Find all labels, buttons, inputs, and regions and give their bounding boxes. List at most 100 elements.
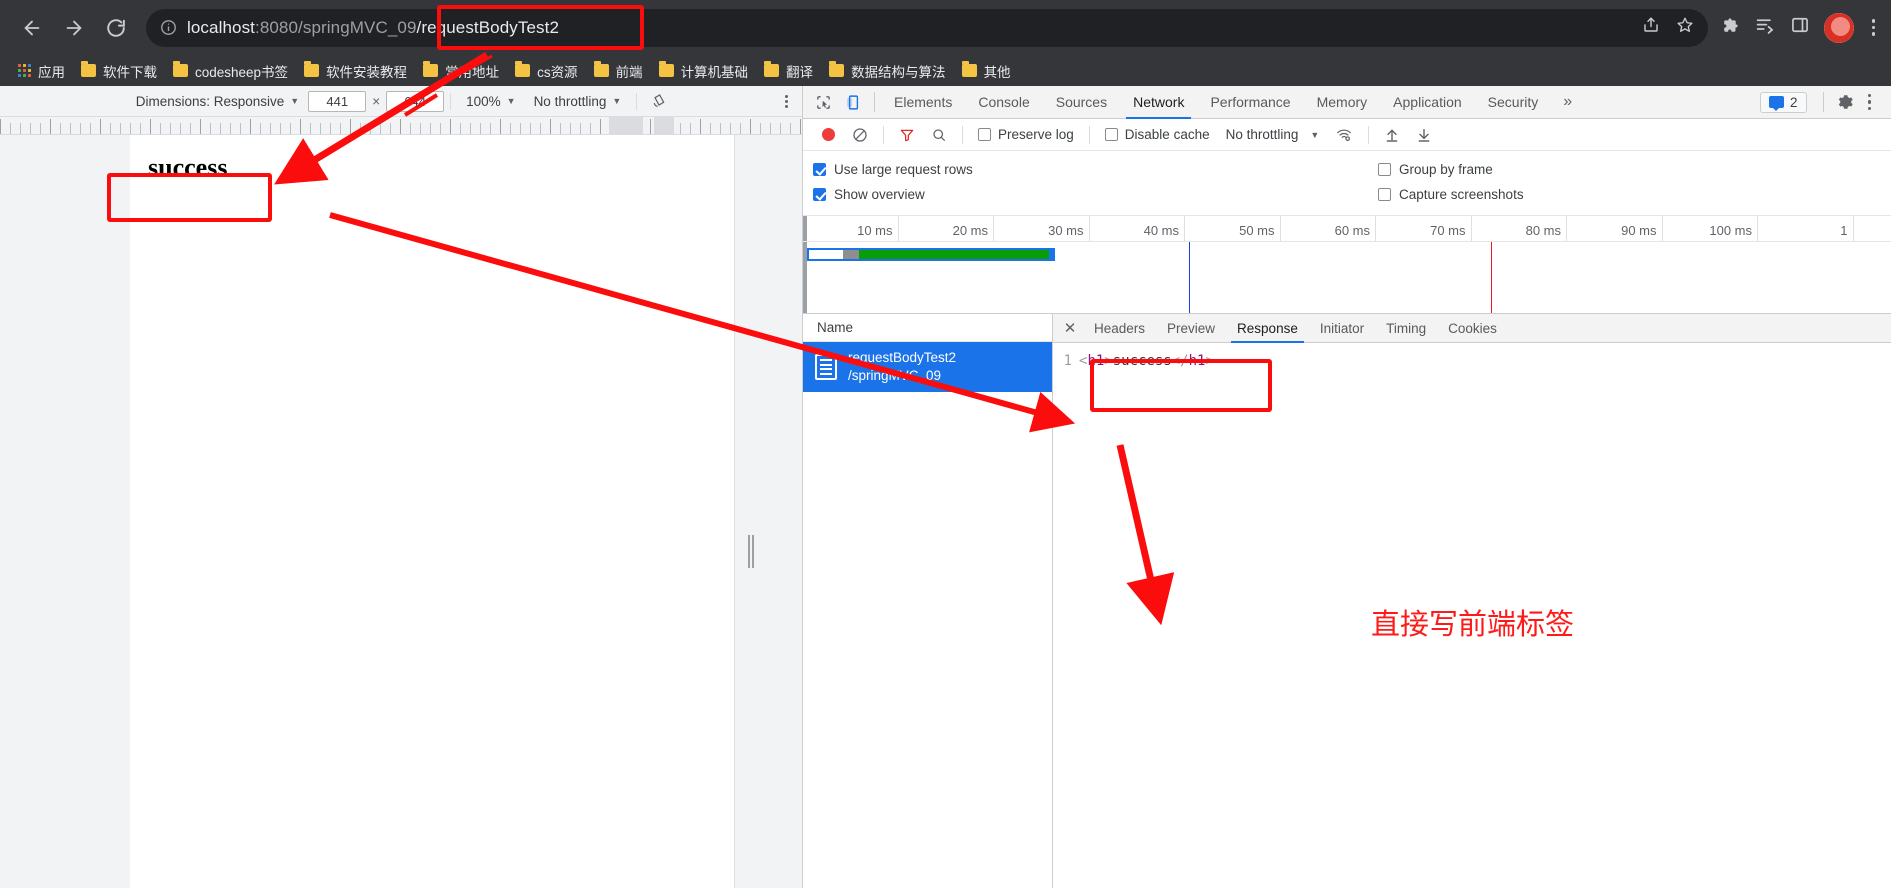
ruler-tick <box>540 123 541 134</box>
device-toolbar-icon[interactable] <box>838 88 868 116</box>
bookmark-item[interactable]: 数据结构与算法 <box>821 58 954 84</box>
clear-no-entry-icon[interactable] <box>844 127 876 143</box>
kebab-menu-icon[interactable] <box>1860 93 1880 111</box>
capture-screenshots-checkbox[interactable]: Capture screenshots <box>1378 187 1524 202</box>
bookmark-label: 其他 <box>983 64 1011 80</box>
ruler-handle[interactable] <box>654 117 674 134</box>
bookmark-item[interactable]: 应用 <box>10 58 73 84</box>
tab-application[interactable]: Application <box>1380 86 1475 119</box>
side-panel-icon[interactable] <box>1790 15 1810 40</box>
code-line: 1 <h1>success</h1> <box>1053 351 1891 371</box>
viewport-height-input[interactable]: 644 <box>386 90 445 112</box>
request-list-header[interactable]: Name <box>803 314 1052 342</box>
load-event-line <box>1491 242 1492 313</box>
tab-elements[interactable]: Elements <box>881 86 965 119</box>
detail-tab-response[interactable]: Response <box>1226 314 1309 343</box>
tab-performance[interactable]: Performance <box>1197 86 1303 119</box>
checkbox-box <box>1378 163 1391 176</box>
checkbox-box <box>1378 188 1391 201</box>
search-magnifier-icon[interactable] <box>923 127 955 143</box>
browser-toolbar-actions <box>1720 12 1880 43</box>
devtools-tab-list: Elements Console Sources Network Performance… <box>881 86 1551 119</box>
network-overview-timeline[interactable]: 10 ms 20 ms 30 ms 40 ms 50 ms 60 ms 70 ms 80 ms… <box>803 216 1891 314</box>
bookmark-item[interactable]: 其他 <box>954 58 1019 84</box>
options-column-left: Show overview <box>813 187 1378 202</box>
avatar <box>1823 12 1854 43</box>
use-large-request-rows-checkbox[interactable]: Use large request rows <box>813 162 1378 177</box>
bookmark-star-icon[interactable] <box>1676 16 1694 39</box>
ruler-tick <box>190 123 191 134</box>
disable-cache-checkbox[interactable]: Disable cache <box>1097 127 1218 142</box>
tab-network[interactable]: Network <box>1120 86 1197 119</box>
inspect-element-icon[interactable] <box>808 88 838 116</box>
request-detail-panel: ✕ Headers Preview Response Initiator Timing C… <box>1053 314 1891 888</box>
more-tabs-icon[interactable]: » <box>1551 93 1584 111</box>
detail-tab-timing[interactable]: Timing <box>1375 314 1437 343</box>
device-more-options-icon[interactable] <box>785 94 788 108</box>
network-throttling-dropdown[interactable]: No throttling ▼ <box>1218 127 1328 142</box>
dimensions-selector[interactable]: Dimensions: Responsive ▼ <box>127 94 309 109</box>
rotate-icon[interactable] <box>643 93 675 109</box>
preserve-log-checkbox[interactable]: Preserve log <box>970 127 1082 142</box>
network-throttling-selector[interactable]: No throttling ▼ <box>525 94 631 109</box>
bookmark-item[interactable]: cs资源 <box>507 58 586 84</box>
ruler-tick <box>160 123 161 134</box>
document-icon <box>815 354 837 380</box>
record-button-icon[interactable] <box>822 128 835 141</box>
reload-button[interactable] <box>96 8 136 48</box>
ruler-tick <box>570 123 571 134</box>
share-icon[interactable] <box>1642 16 1660 39</box>
request-name: requestBodyTest2 <box>848 349 957 365</box>
issues-badge[interactable]: 2 <box>1759 91 1807 113</box>
main-area: Dimensions: Responsive ▼ 441 × 644 100% … <box>0 86 1891 888</box>
bookmark-item[interactable]: 计算机基础 <box>651 58 757 84</box>
bookmark-item[interactable]: codesheep书签 <box>165 58 296 84</box>
table-row[interactable]: requestBodyTest2 /springMVC_09 <box>803 342 1052 392</box>
info-circle-icon[interactable] <box>160 19 177 36</box>
bookmark-item[interactable]: 前端 <box>586 58 651 84</box>
show-overview-label: Show overview <box>834 187 925 202</box>
gear-icon[interactable] <box>1830 93 1860 111</box>
network-conditions-wifi-icon[interactable] <box>1327 127 1361 143</box>
back-button[interactable] <box>12 8 52 48</box>
ruler-tick <box>450 119 451 134</box>
bookmark-item[interactable]: 常用地址 <box>415 58 507 84</box>
zoom-selector[interactable]: 100% ▼ <box>457 94 524 109</box>
show-overview-checkbox[interactable]: Show overview <box>813 187 1378 202</box>
tab-memory[interactable]: Memory <box>1304 86 1381 119</box>
viewport-resize-handle[interactable] <box>748 535 756 568</box>
overview-ruler: 10 ms 20 ms 30 ms 40 ms 50 ms 60 ms 70 ms 80 ms… <box>803 216 1891 242</box>
response-body-area: 1 <h1>success</h1> 直接写前端标签 <box>1053 343 1891 888</box>
detail-tab-initiator[interactable]: Initiator <box>1309 314 1375 343</box>
folder-icon <box>173 61 188 77</box>
filter-funnel-icon[interactable] <box>891 127 923 143</box>
detail-tab-cookies[interactable]: Cookies <box>1437 314 1508 343</box>
code-token-punct: > <box>1104 353 1113 369</box>
detail-tab-preview[interactable]: Preview <box>1156 314 1226 343</box>
tab-sources[interactable]: Sources <box>1043 86 1120 119</box>
chrome-menu-icon[interactable] <box>1868 19 1880 36</box>
address-bar[interactable]: localhost:8080/springMVC_09/requestBodyT… <box>146 8 1708 47</box>
bookmark-label: 常用地址 <box>445 64 500 80</box>
viewport-width-input[interactable]: 441 <box>308 90 367 112</box>
reading-list-icon[interactable] <box>1755 15 1776 41</box>
bookmark-label: 应用 <box>38 64 65 80</box>
group-by-frame-checkbox[interactable]: Group by frame <box>1378 162 1493 177</box>
ruler-tick <box>690 123 691 134</box>
detail-tab-headers[interactable]: Headers <box>1083 314 1156 343</box>
forward-button[interactable] <box>54 8 94 48</box>
dimension-separator: × <box>372 93 381 109</box>
bookmark-item[interactable]: 软件安装教程 <box>296 58 415 84</box>
ruler-tick <box>360 123 361 134</box>
tab-security[interactable]: Security <box>1475 86 1552 119</box>
ruler-handle[interactable] <box>609 117 643 134</box>
tab-console[interactable]: Console <box>965 86 1042 119</box>
bookmark-item[interactable]: 软件下载 <box>73 58 165 84</box>
bookmark-item[interactable]: 翻译 <box>756 58 821 84</box>
close-icon[interactable]: ✕ <box>1057 315 1083 341</box>
puzzle-piece-icon[interactable] <box>1720 15 1741 41</box>
response-body-code[interactable]: <h1>success</h1> <box>1079 351 1214 371</box>
profile-avatar-icon[interactable] <box>1823 12 1854 43</box>
export-har-down-arrow-icon[interactable] <box>1408 127 1440 143</box>
import-har-up-arrow-icon[interactable] <box>1376 127 1408 143</box>
